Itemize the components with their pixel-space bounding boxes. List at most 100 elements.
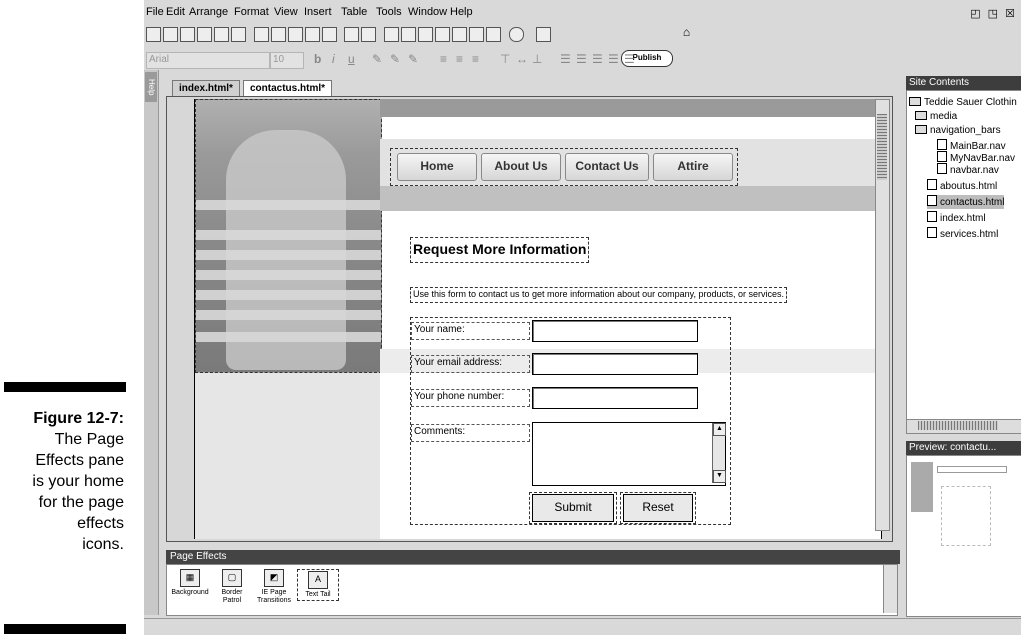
preview-icon[interactable] — [536, 27, 551, 42]
tree-item-media[interactable]: media — [915, 111, 957, 123]
font-select[interactable]: Arial — [146, 52, 270, 69]
nav-file-icon — [937, 139, 947, 150]
menu-help[interactable]: Help — [450, 6, 473, 18]
menu-tools[interactable]: Tools — [376, 6, 402, 18]
redo-icon[interactable] — [361, 27, 376, 42]
definition-list-icon[interactable]: ☰ — [592, 52, 603, 66]
photo-stripe — [196, 310, 381, 320]
menu-file[interactable]: File — [146, 6, 164, 18]
save-icon[interactable] — [214, 27, 229, 42]
style-icon[interactable]: ✎ — [408, 52, 418, 66]
menu-edit[interactable]: Edit — [166, 6, 185, 18]
text-box-icon[interactable] — [384, 27, 399, 42]
navigation-bar: Home About Us Contact Us Attire — [390, 148, 738, 186]
model-photo[interactable] — [195, 99, 382, 373]
valign-bottom-icon[interactable]: ⊥ — [532, 52, 542, 66]
indent-icon[interactable]: ☰ — [624, 52, 635, 66]
highlight-icon[interactable]: ✎ — [390, 52, 400, 66]
table-icon[interactable] — [418, 27, 433, 42]
underline-icon[interactable]: u — [348, 52, 355, 66]
caption-line: for the page — [38, 494, 124, 511]
tree-item-aboutus[interactable]: aboutus.html — [927, 179, 997, 193]
align-center-icon[interactable]: ≡ — [456, 52, 463, 66]
intro-text[interactable]: Use this form to contact us to get more … — [410, 287, 787, 303]
reset-button[interactable]: Reset — [623, 494, 693, 522]
app-window: File Edit Arrange Format View Insert Tab… — [144, 0, 1021, 635]
bold-icon[interactable]: b — [314, 52, 321, 66]
tree-item-navbar[interactable]: navbar.nav — [937, 163, 999, 177]
nav-attire-button[interactable]: Attire — [653, 153, 733, 181]
preview-pane — [906, 455, 1021, 617]
scroll-thumb[interactable] — [918, 421, 998, 430]
tree-item-contactus[interactable]: contactus.html — [927, 195, 1005, 209]
menu-table[interactable]: Table — [341, 6, 367, 18]
effect-text-tail[interactable]: A Text Tail — [297, 569, 339, 601]
scroll-down-icon[interactable]: ▼ — [713, 470, 726, 483]
paste-icon[interactable] — [305, 27, 320, 42]
menu-insert[interactable]: Insert — [304, 6, 332, 18]
text-color-icon[interactable]: ✎ — [372, 52, 382, 66]
name-field[interactable] — [532, 320, 698, 342]
align-left-icon[interactable]: ≡ — [440, 52, 447, 66]
media-icon[interactable] — [486, 27, 501, 42]
valign-top-icon[interactable]: ⊤ — [500, 52, 510, 66]
home-icon[interactable]: ⌂ — [680, 26, 693, 40]
menu-arrange[interactable]: Arrange — [189, 6, 228, 18]
page-heading[interactable]: Request More Information — [410, 237, 590, 263]
align-right-icon[interactable]: ≡ — [472, 52, 479, 66]
numbered-list-icon[interactable]: ☰ — [576, 52, 587, 66]
caption-top-rule — [4, 382, 126, 392]
delete-icon[interactable] — [322, 27, 337, 42]
effect-ie-page-transitions[interactable]: ◩ IE Page Transitions — [255, 569, 293, 605]
tree-item-index[interactable]: index.html — [927, 211, 986, 225]
editor-scrollbar[interactable] — [875, 99, 890, 531]
effect-border-patrol[interactable]: ▢ Border Patrol — [213, 569, 251, 605]
scroll-thumb[interactable] — [877, 114, 887, 180]
site-icon[interactable] — [180, 27, 195, 42]
help-tab[interactable]: Help — [145, 72, 157, 102]
scroll-up-icon[interactable]: ▲ — [713, 423, 726, 436]
italic-icon[interactable]: i — [332, 52, 335, 66]
page-effects-pane: ▦ Background ▢ Border Patrol ◩ IE Page T… — [166, 564, 898, 616]
spellcheck-icon[interactable] — [254, 27, 269, 42]
submit-button[interactable]: Submit — [532, 494, 614, 522]
cut-icon[interactable] — [271, 27, 286, 42]
phone-field[interactable] — [532, 387, 698, 409]
valign-middle-icon[interactable]: ↔ — [516, 52, 528, 66]
globe-icon[interactable] — [509, 27, 524, 42]
tree-item-navigation-bars[interactable]: navigation_bars — [915, 125, 1001, 137]
copy-icon[interactable] — [288, 27, 303, 42]
connect-icon[interactable] — [197, 27, 212, 42]
site-contents-scrollbar[interactable] — [906, 419, 1021, 434]
tab-index[interactable]: index.html* — [172, 80, 240, 97]
photo-stripe — [196, 230, 381, 240]
nav-about-button[interactable]: About Us — [481, 153, 561, 181]
print-icon[interactable] — [231, 27, 246, 42]
nav-contact-button[interactable]: Contact Us — [565, 153, 649, 181]
tree-item-services[interactable]: services.html — [927, 227, 998, 241]
menu-view[interactable]: View — [274, 6, 298, 18]
outdent-icon[interactable]: ☰ — [608, 52, 619, 66]
bullet-list-icon[interactable]: ☰ — [560, 52, 571, 66]
preview-nav — [937, 466, 1007, 473]
form-icon[interactable] — [435, 27, 450, 42]
menu-window[interactable]: Window — [408, 6, 447, 18]
menu-format[interactable]: Format — [234, 6, 269, 18]
effect-background[interactable]: ▦ Background — [171, 569, 209, 597]
font-size-select[interactable]: 10 — [270, 52, 304, 69]
nav-home-button[interactable]: Home — [397, 153, 477, 181]
dark-band — [380, 186, 880, 211]
tab-contactus[interactable]: contactus.html* — [243, 80, 333, 97]
image-icon[interactable] — [401, 27, 416, 42]
textarea-scrollbar[interactable]: ▲ ▼ — [712, 423, 726, 483]
email-field[interactable] — [532, 353, 698, 375]
undo-icon[interactable] — [344, 27, 359, 42]
open-icon[interactable] — [163, 27, 178, 42]
new-page-icon[interactable] — [146, 27, 161, 42]
comments-textarea[interactable]: ▲ ▼ — [532, 422, 726, 486]
layout-icon[interactable] — [452, 27, 467, 42]
window-controls[interactable]: ◰ ◳ ☒ — [970, 7, 1017, 20]
tree-item-root[interactable]: Teddie Sauer Clothin — [909, 97, 1017, 109]
grid-icon[interactable] — [469, 27, 484, 42]
page-effects-scrollbar[interactable] — [883, 565, 897, 613]
